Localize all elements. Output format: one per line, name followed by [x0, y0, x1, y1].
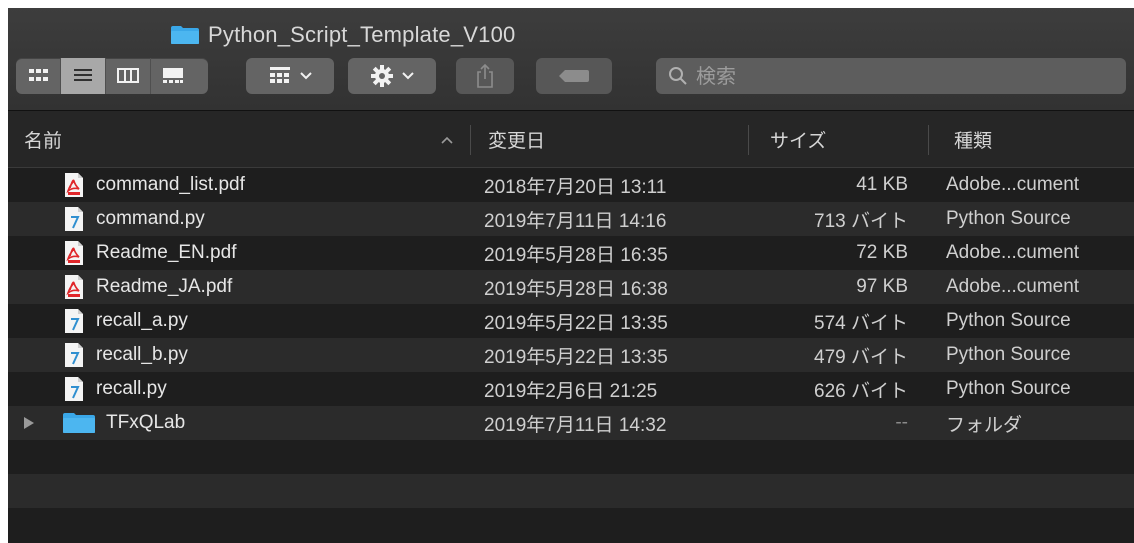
file-name: command.py	[96, 208, 205, 229]
file-name: Readme_JA.pdf	[96, 276, 233, 297]
column-header-name-label: 名前	[24, 129, 63, 152]
group-icon	[270, 67, 290, 83]
file-date: 2019年5月28日 16:35	[484, 244, 668, 266]
file-name: recall.py	[96, 378, 167, 399]
file-size: --	[895, 412, 908, 433]
gallery-view-icon	[163, 68, 183, 83]
folder-name: TFxQLab	[106, 412, 186, 433]
tag-icon	[559, 70, 589, 82]
file-date: 2019年5月22日 13:35	[484, 346, 668, 368]
pdf-icon	[62, 240, 86, 266]
file-date: 2019年5月28日 16:38	[484, 278, 668, 300]
file-kind: Adobe...cument	[946, 276, 1080, 297]
file-size: 479 バイト	[814, 346, 908, 368]
column-header-size-label: サイズ	[770, 129, 827, 152]
file-row[interactable]: Readme_JA.pdf 2019年5月28日 16:38 97 KB Ado…	[8, 270, 1134, 304]
file-size: 574 バイト	[814, 312, 908, 334]
file-row[interactable]: recall_b.py 2019年5月22日 13:35 479 バイト Pyt…	[8, 338, 1134, 372]
file-size: 713 バイト	[814, 210, 908, 232]
share-icon	[477, 63, 493, 88]
file-row[interactable]: recall_a.py 2019年5月22日 13:35 574 バイト Pyt…	[8, 304, 1134, 338]
file-kind: Python Source	[946, 344, 1071, 365]
list-view-icon	[74, 69, 92, 81]
sort-ascending-icon[interactable]	[440, 135, 454, 145]
file-date: 2019年7月11日 14:16	[484, 210, 667, 232]
file-size: 41 KB	[856, 174, 908, 195]
pdf-icon	[62, 172, 86, 198]
gear-icon	[371, 65, 393, 87]
file-size: 626 バイト	[814, 380, 908, 402]
view-mode-segmented-control	[16, 58, 208, 94]
column-view-icon	[117, 68, 139, 83]
file-kind: Python Source	[946, 208, 1071, 229]
edit-tags-button[interactable]	[536, 58, 612, 94]
python-file-icon	[62, 308, 86, 334]
action-menu-button[interactable]	[348, 58, 436, 94]
file-kind: Adobe...cument	[946, 174, 1080, 195]
chevron-down-icon	[402, 72, 414, 80]
file-name: command_list.pdf	[96, 174, 245, 195]
empty-row	[8, 440, 1134, 474]
column-header-kind-label: 種類	[954, 129, 993, 152]
column-divider[interactable]	[928, 125, 929, 155]
column-divider[interactable]	[748, 125, 749, 155]
file-size: 97 KB	[856, 276, 908, 297]
search-icon	[669, 67, 687, 85]
file-kind: Python Source	[946, 310, 1071, 331]
list-view-button[interactable]	[61, 58, 106, 94]
file-name: recall_a.py	[96, 310, 188, 331]
column-header-date[interactable]: 変更日	[488, 111, 545, 167]
file-name: Readme_EN.pdf	[96, 242, 237, 263]
window-title: Python_Script_Template_V100	[170, 22, 515, 48]
file-row[interactable]: recall.py 2019年2月6日 21:25 626 バイト Python…	[8, 372, 1134, 406]
title-bar: Python_Script_Template_V100	[8, 8, 1134, 111]
file-list: command_list.pdf 2018年7月20日 13:11 41 KB …	[8, 168, 1134, 542]
window-title-text: Python_Script_Template_V100	[208, 22, 516, 47]
file-kind: Adobe...cument	[946, 242, 1080, 263]
search-input[interactable]	[694, 63, 998, 89]
finder-window: Python_Script_Template_V100 検索 名前 変更日 サイ…	[8, 8, 1134, 543]
empty-row	[8, 508, 1134, 542]
file-kind: フォルダ	[946, 414, 1023, 436]
column-header-name[interactable]: 名前	[24, 111, 62, 167]
python-file-icon	[62, 376, 86, 402]
search-field[interactable]	[656, 58, 1126, 94]
file-date: 2018年7月20日 13:11	[484, 176, 667, 198]
file-date: 2019年5月22日 13:35	[484, 312, 668, 334]
folder-row[interactable]: TFxQLab 2019年7月11日 14:32 -- フォルダ	[8, 406, 1134, 440]
column-header-date-label: 変更日	[488, 129, 546, 152]
share-button[interactable]	[456, 58, 514, 94]
file-date: 2019年2月6日 21:25	[484, 380, 658, 402]
file-kind: Python Source	[946, 378, 1071, 399]
disclosure-triangle-icon[interactable]	[24, 417, 34, 429]
file-name: recall_b.py	[96, 344, 188, 365]
chevron-down-icon	[300, 72, 312, 80]
icon-view-button[interactable]	[16, 58, 61, 94]
column-header-size[interactable]: サイズ	[770, 111, 826, 167]
column-header-kind[interactable]: 種類	[954, 111, 992, 167]
folder-icon	[170, 25, 200, 45]
column-view-button[interactable]	[106, 58, 151, 94]
toolbar	[16, 58, 1126, 96]
python-file-icon	[62, 342, 86, 368]
file-row[interactable]: command.py 2019年7月11日 14:16 713 バイト Pyth…	[8, 202, 1134, 236]
python-file-icon	[62, 206, 86, 232]
icon-view-icon	[29, 69, 48, 81]
column-header-row: 名前 変更日 サイズ 種類	[8, 111, 1134, 168]
gallery-view-button[interactable]	[151, 58, 195, 94]
group-by-button[interactable]	[246, 58, 334, 94]
file-row[interactable]: command_list.pdf 2018年7月20日 13:11 41 KB …	[8, 168, 1134, 202]
file-row[interactable]: Readme_EN.pdf 2019年5月28日 16:35 72 KB Ado…	[8, 236, 1134, 270]
folder-icon	[62, 410, 96, 436]
file-size: 72 KB	[856, 242, 908, 263]
empty-row	[8, 474, 1134, 508]
pdf-icon	[62, 274, 86, 300]
column-divider[interactable]	[470, 125, 471, 155]
file-date: 2019年7月11日 14:32	[484, 414, 667, 436]
